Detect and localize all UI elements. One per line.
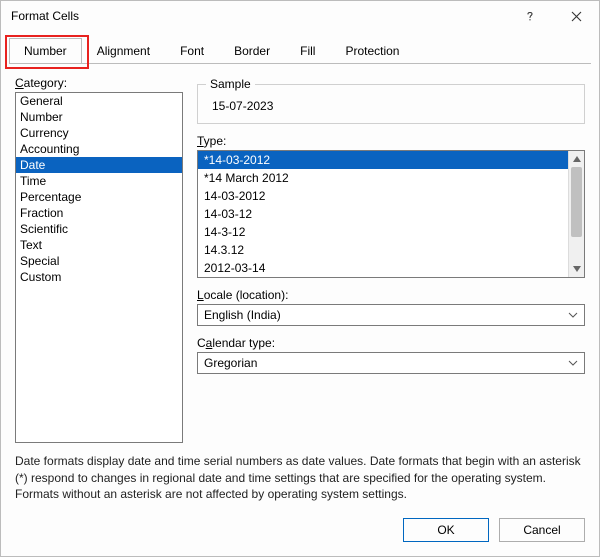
type-item[interactable]: 14.3.12 xyxy=(198,241,568,259)
category-listbox[interactable]: GeneralNumberCurrencyAccountingDateTimeP… xyxy=(15,92,183,443)
category-item[interactable]: Special xyxy=(16,253,182,269)
category-item[interactable]: General xyxy=(16,93,182,109)
calendar-label: Calendar type: xyxy=(197,336,585,350)
tab-font[interactable]: Font xyxy=(165,38,219,63)
help-icon xyxy=(524,10,536,22)
locale-value: English (India) xyxy=(204,308,281,322)
type-item[interactable]: 14-3-12 xyxy=(198,223,568,241)
category-item[interactable]: Number xyxy=(16,109,182,125)
category-item[interactable]: Text xyxy=(16,237,182,253)
category-item[interactable]: Date xyxy=(16,157,182,173)
window-title: Format Cells xyxy=(11,9,507,23)
calendar-value: Gregorian xyxy=(204,356,257,370)
category-item[interactable]: Time xyxy=(16,173,182,189)
close-icon xyxy=(571,11,582,22)
category-item[interactable]: Custom xyxy=(16,269,182,285)
calendar-dropdown[interactable]: Gregorian xyxy=(197,352,585,374)
tab-border[interactable]: Border xyxy=(219,38,285,63)
locale-dropdown[interactable]: English (India) xyxy=(197,304,585,326)
sample-label: Sample xyxy=(206,77,255,91)
type-item[interactable]: 14-03-2012 xyxy=(198,187,568,205)
locale-label: Locale (location): xyxy=(197,288,585,302)
type-item[interactable]: *14-03-2012 xyxy=(198,151,568,169)
titlebar: Format Cells xyxy=(1,1,599,31)
close-button[interactable] xyxy=(553,1,599,31)
type-item[interactable]: *14 March 2012 xyxy=(198,169,568,187)
category-panel: Category: GeneralNumberCurrencyAccountin… xyxy=(15,76,183,443)
category-label: Category: xyxy=(15,76,183,90)
chevron-down-icon xyxy=(568,312,578,318)
sample-group: Sample 15-07-2023 xyxy=(197,84,585,124)
dialog-content: Category: GeneralNumberCurrencyAccountin… xyxy=(1,64,599,443)
scroll-down-icon[interactable] xyxy=(569,261,584,277)
chevron-down-icon xyxy=(568,360,578,366)
tab-number[interactable]: Number xyxy=(9,38,82,63)
tab-alignment[interactable]: Alignment xyxy=(82,38,165,63)
type-item[interactable]: 2012-03-14 xyxy=(198,259,568,277)
category-item[interactable]: Fraction xyxy=(16,205,182,221)
tab-underline xyxy=(9,63,591,64)
type-label: Type: xyxy=(197,134,585,148)
help-button[interactable] xyxy=(507,1,553,31)
cancel-button[interactable]: Cancel xyxy=(499,518,585,542)
description-text: Date formats display date and time seria… xyxy=(1,443,599,502)
dialog-buttons: OK Cancel xyxy=(1,502,599,556)
tab-fill[interactable]: Fill xyxy=(285,38,330,63)
cancel-button-label: Cancel xyxy=(523,523,560,537)
type-item[interactable]: 14-03-12 xyxy=(198,205,568,223)
ok-button[interactable]: OK xyxy=(403,518,489,542)
category-item[interactable]: Percentage xyxy=(16,189,182,205)
scrollbar-thumb[interactable] xyxy=(571,167,582,237)
category-item[interactable]: Currency xyxy=(16,125,182,141)
type-listbox[interactable]: *14-03-2012*14 March 201214-03-201214-03… xyxy=(197,150,585,278)
type-scrollbar[interactable] xyxy=(568,151,584,277)
sample-value: 15-07-2023 xyxy=(208,99,574,113)
tab-bar: NumberAlignmentFontBorderFillProtection xyxy=(1,31,599,63)
ok-button-label: OK xyxy=(437,523,454,537)
format-cells-dialog: Format Cells NumberAlignmentFontBorderFi… xyxy=(0,0,600,557)
details-panel: Sample 15-07-2023 Type: *14-03-2012*14 M… xyxy=(197,76,585,443)
tab-protection[interactable]: Protection xyxy=(330,38,414,63)
category-item[interactable]: Accounting xyxy=(16,141,182,157)
scroll-up-icon[interactable] xyxy=(569,151,584,167)
category-item[interactable]: Scientific xyxy=(16,221,182,237)
